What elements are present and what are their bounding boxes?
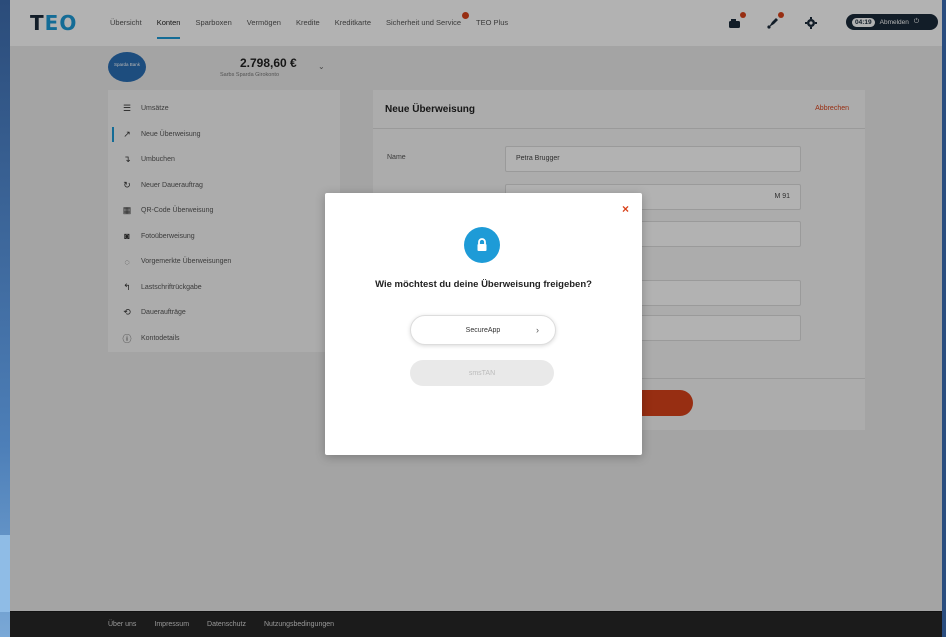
footer-link-ueber-uns[interactable]: Über uns (108, 621, 136, 628)
footer-link-nutzungsbedingungen[interactable]: Nutzungsbedingungen (264, 621, 334, 628)
chevron-right-icon: › (536, 325, 539, 335)
secureapp-label: SecureApp (465, 326, 501, 334)
secureapp-button[interactable]: SecureApp › (410, 315, 556, 345)
footer-link-impressum[interactable]: Impressum (154, 621, 189, 628)
window-frame-left-light (0, 535, 10, 612)
smstan-button: smsTAN (410, 360, 554, 386)
footer-link-datenschutz[interactable]: Datenschutz (207, 621, 246, 628)
dialog-question: Wie möchtest du deine Überweisung freige… (375, 279, 592, 290)
close-icon[interactable]: × (622, 202, 629, 216)
smstan-label: smsTAN (468, 369, 496, 377)
page-footer: Über uns Impressum Datenschutz Nutzungsb… (10, 611, 942, 637)
approval-dialog: × Wie möchtest du deine Überweisung frei… (325, 193, 642, 455)
window-frame-right (942, 0, 946, 637)
lock-icon (464, 227, 500, 263)
